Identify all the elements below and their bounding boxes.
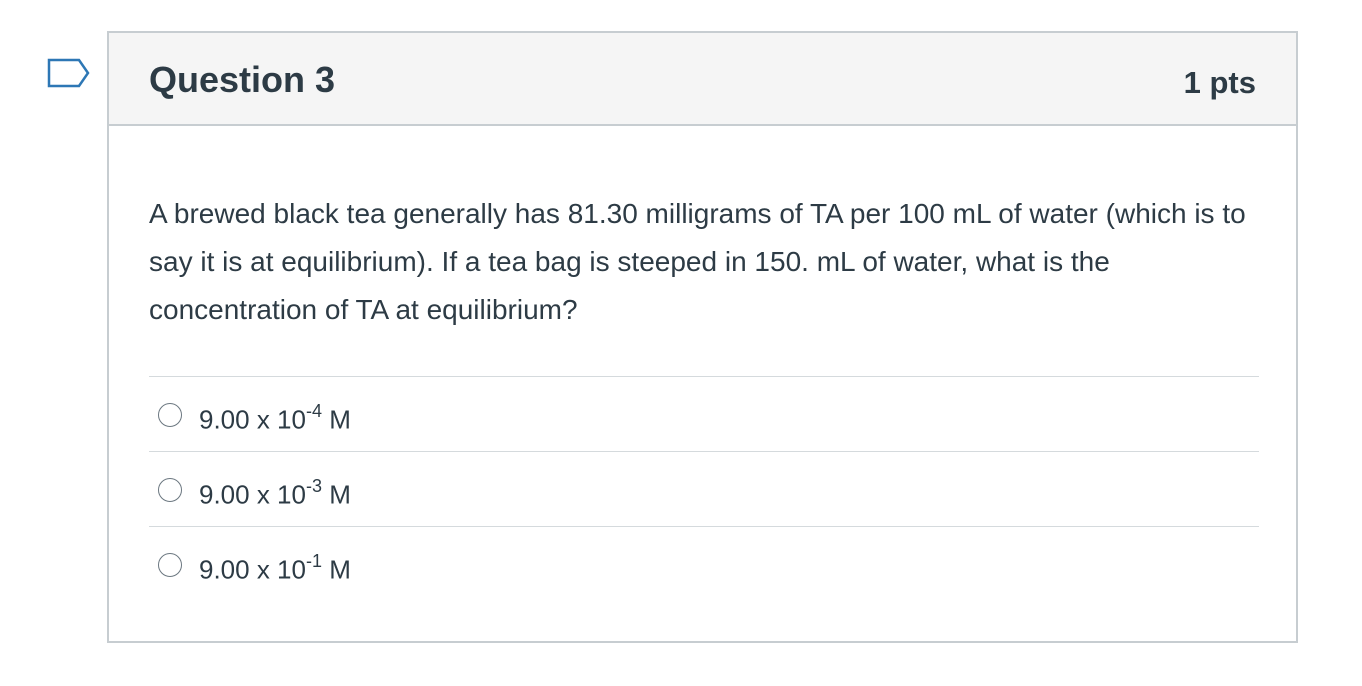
answer-exponent: -1 [305, 551, 322, 571]
answer-unit: M [322, 479, 351, 510]
answer-option[interactable]: 9.00 x 10-4 M [149, 376, 1259, 451]
answer-option[interactable]: 9.00 x 10-1 M [149, 526, 1259, 601]
question-card: Question 3 1 pts A brewed black tea gene… [107, 31, 1298, 643]
answer-label[interactable]: 9.00 x 10-3 M [199, 470, 351, 513]
question-points: 1 pts [1183, 65, 1256, 100]
answer-base: 9.00 x 10 [199, 404, 306, 435]
answer-unit: M [322, 404, 351, 435]
answer-exponent: -4 [305, 401, 322, 421]
answer-label[interactable]: 9.00 x 10-4 M [199, 395, 351, 438]
question-header: Question 3 1 pts [109, 33, 1296, 126]
answer-list: 9.00 x 10-4 M 9.00 x 10-3 M 9.00 x 10-1 … [149, 376, 1259, 601]
radio-unselected-icon[interactable] [158, 403, 182, 427]
radio-unselected-icon[interactable] [158, 553, 182, 577]
answer-unit: M [322, 554, 351, 585]
question-title: Question 3 [149, 59, 336, 100]
answer-base: 9.00 x 10 [199, 479, 306, 510]
answer-exponent: -3 [305, 476, 322, 496]
question-text: A brewed black tea generally has 81.30 m… [149, 198, 1246, 325]
flag-question-icon[interactable] [47, 58, 91, 92]
radio-unselected-icon[interactable] [158, 478, 182, 502]
answer-base: 9.00 x 10 [199, 554, 306, 585]
answer-option[interactable]: 9.00 x 10-3 M [149, 451, 1259, 526]
answer-label[interactable]: 9.00 x 10-1 M [199, 545, 351, 588]
